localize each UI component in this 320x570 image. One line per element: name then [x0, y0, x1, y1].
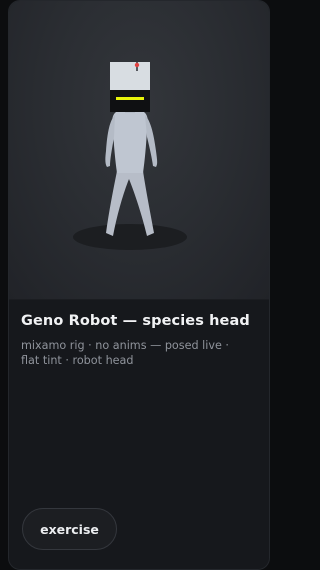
floor-shadow — [73, 224, 187, 250]
robot-left-arm — [105, 115, 115, 167]
model-preview[interactable] — [9, 1, 269, 300]
asset-title: Geno Robot — species head — [21, 313, 250, 329]
robot-torso — [112, 111, 148, 173]
robot-figure-icon — [73, 62, 187, 250]
robot-visor — [116, 97, 144, 100]
robot-head-screen — [110, 62, 150, 92]
asset-card[interactable]: Geno Robot — species head mixamo rig · n… — [8, 0, 270, 570]
exercise-button[interactable]: exercise — [22, 508, 117, 550]
asset-description: mixamo rig · no anims — posed live · fla… — [21, 339, 229, 367]
antenna-tip — [134, 62, 140, 68]
robot-right-arm — [145, 115, 158, 167]
robot-head-base — [110, 90, 150, 112]
